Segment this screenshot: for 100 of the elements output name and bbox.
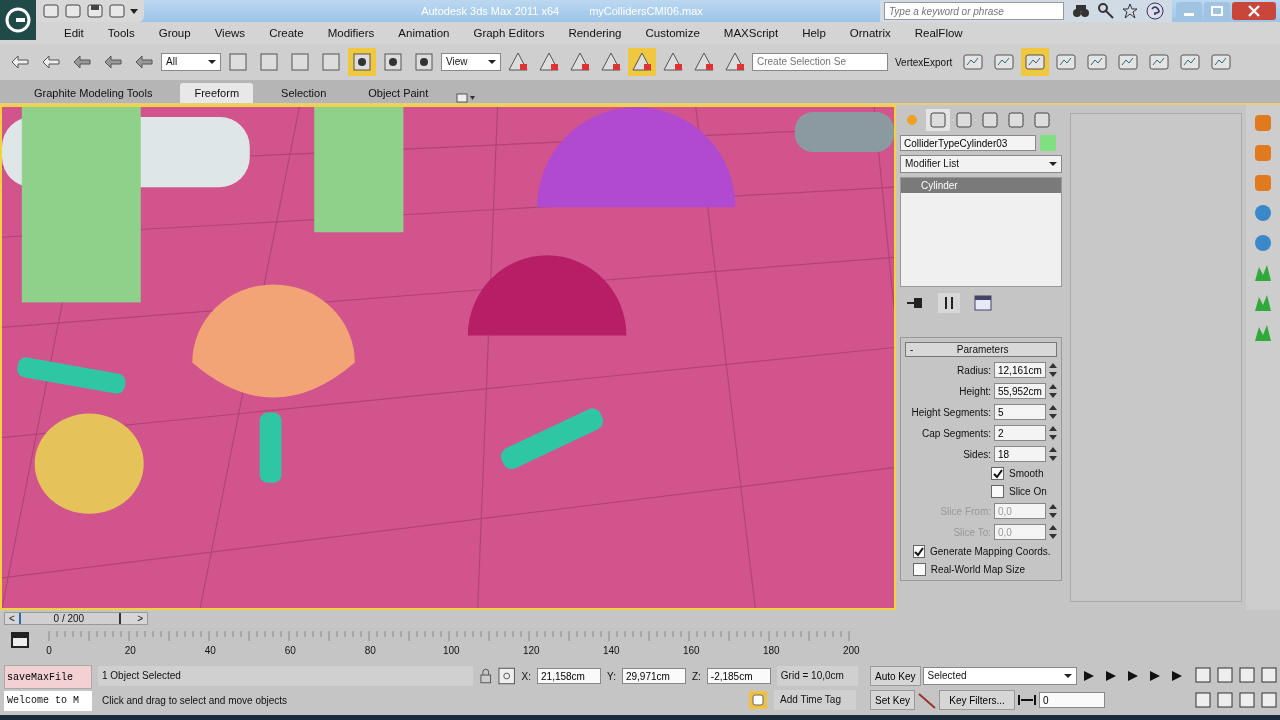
checkbox-label: Slice On (1009, 486, 1047, 497)
checkbox[interactable] (991, 467, 1004, 480)
rollout-header[interactable]: - Parameters (905, 342, 1057, 357)
modifier-list-dropdown[interactable]: Modifier List (900, 155, 1062, 173)
current-frame-field[interactable]: 0 (1039, 692, 1106, 708)
z-coordinate-field[interactable]: -2,185cm (706, 668, 771, 684)
time-slider-thumb[interactable]: 0 / 200 (18, 613, 121, 624)
add-time-tag-button[interactable]: Add Time Tag (774, 690, 856, 710)
coordinate-label: Y: (607, 670, 616, 682)
search-field[interactable]: Type a keyword or phrase (884, 2, 1064, 20)
spinner-arrows-icon[interactable] (1049, 503, 1057, 519)
ribbon-tab[interactable]: Object Paint (354, 83, 443, 103)
menu-item[interactable]: Create (257, 27, 316, 39)
lock-icon[interactable] (478, 668, 493, 684)
spinner-arrows-icon[interactable] (1049, 446, 1057, 462)
next-frame-button[interactable]: > (133, 613, 147, 624)
reference-coordinate-dropdown[interactable]: View (441, 53, 501, 71)
checkbox[interactable] (913, 545, 925, 558)
menu-item[interactable]: Graph Editors (461, 27, 557, 39)
application-button[interactable] (0, 0, 36, 40)
time-slider[interactable]: < 0 / 200 > (4, 612, 148, 625)
parameter-field[interactable]: 55,952cm (994, 383, 1046, 399)
frame-tick-label: 80 (364, 645, 376, 656)
menu-item[interactable]: Ornatrix (837, 27, 903, 39)
auto-key-button[interactable]: Auto Key (870, 666, 921, 686)
parameter-label: Height: (959, 385, 991, 397)
selection-status: 1 Object Selected (98, 666, 473, 686)
maxscript-output: Welcome to M (4, 691, 92, 711)
star-icon[interactable] (1122, 3, 1138, 19)
spinner-arrows-icon[interactable] (1049, 524, 1057, 540)
parameter-label: Height Segments: (911, 406, 991, 418)
menu-item[interactable]: Customize (633, 27, 712, 39)
x-coordinate-field[interactable]: 21,158cm (537, 668, 601, 684)
menu-item[interactable]: Rendering (556, 27, 634, 39)
configure-icon[interactable] (974, 295, 992, 311)
key-filters-button[interactable]: Key Filters... (939, 690, 1016, 710)
checkbox-label: Real-World Map Size (930, 564, 1025, 575)
named-selection-field[interactable]: Create Selection Se (752, 53, 888, 71)
frame-tick-label: 120 (523, 645, 540, 656)
window-title: Autodesk 3ds Max 2011 x64 (421, 5, 560, 17)
parameter-field[interactable]: 2 (994, 425, 1046, 441)
object-name-field[interactable]: ColliderTypeCylinder03 (900, 135, 1036, 151)
save-icon[interactable] (86, 3, 104, 19)
previous-frame-button[interactable]: < (5, 613, 19, 624)
coordinate-label: Z: (691, 670, 701, 682)
parameter-field[interactable]: 5 (994, 404, 1046, 420)
mini-curve-editor-icon[interactable] (10, 631, 30, 649)
spinner-arrows-icon[interactable] (1049, 404, 1057, 420)
set-key-button[interactable]: Set Key (870, 690, 916, 710)
selection-filter-dropdown[interactable]: All (161, 53, 221, 71)
parameter-field[interactable]: 18 (994, 446, 1046, 462)
ribbon-tab[interactable]: Selection (267, 83, 341, 103)
frame-tick-label: 140 (603, 645, 620, 656)
parameter-label: Radius: (957, 364, 991, 376)
menu-item[interactable]: Modifiers (315, 27, 387, 39)
spinner-arrows-icon[interactable] (1049, 425, 1057, 441)
object-color-swatch[interactable] (1040, 135, 1056, 151)
help-icon[interactable] (1146, 2, 1164, 20)
frame-tick-label: 100 (443, 645, 460, 656)
menu-item[interactable]: MAXScript (711, 27, 791, 39)
menu-item[interactable]: Tools (95, 27, 147, 39)
prompt-line: Click and drag to select and move objects (101, 694, 289, 706)
restore-icon[interactable] (1204, 2, 1230, 20)
coordinate-label: X: (521, 670, 531, 682)
ribbon-options-icon[interactable] (456, 93, 477, 103)
time-tag-icon[interactable] (748, 690, 768, 710)
spinner-arrows-icon[interactable] (1049, 362, 1057, 378)
menu-item[interactable]: Animation (386, 27, 462, 39)
rollout-title: Parameters (955, 344, 1010, 355)
close-icon[interactable] (1232, 2, 1276, 20)
plugin-label[interactable]: VertexExport (891, 56, 957, 68)
spinner-arrows-icon[interactable] (1049, 383, 1057, 399)
track-bar[interactable]: 0 20 40 60 80 100 120 140 160 180 200 (48, 631, 878, 659)
minimize-icon[interactable] (1176, 2, 1202, 20)
checkbox[interactable] (913, 563, 926, 576)
menu-item[interactable]: Views (202, 27, 258, 39)
menu-item[interactable]: RealFlow (902, 27, 975, 39)
parameter-field[interactable]: 12,161cm (994, 362, 1046, 378)
parameter-label: Cap Segments: (922, 427, 991, 439)
collapse-toggle[interactable]: - (910, 344, 914, 355)
frame-tick-label: 160 (683, 645, 700, 656)
show-end-result-icon[interactable] (938, 293, 960, 313)
caret-icon[interactable] (130, 7, 138, 15)
ribbon-tab[interactable]: Graphite Modeling Tools (20, 83, 167, 103)
checkbox[interactable] (991, 485, 1004, 498)
menu-item[interactable]: Group (146, 27, 203, 39)
key-mode-dropdown[interactable]: Selected (922, 667, 1077, 685)
ribbon-tab[interactable]: Freeform (180, 83, 254, 103)
frame-tick-label: 40 (204, 645, 216, 656)
y-coordinate-field[interactable]: 29,971cm (621, 668, 686, 684)
pin-icon[interactable] (906, 296, 924, 310)
frame-tick-label: 60 (284, 645, 296, 656)
frame-tick-label: 200 (843, 645, 860, 656)
file-name: myCollidersCMI06.max (589, 5, 703, 17)
checkbox-label: Generate Mapping Coords. (930, 546, 1051, 557)
menu-item[interactable]: Edit (52, 27, 96, 39)
maxscript-field[interactable]: saveMaxFile (4, 665, 92, 689)
stack-item[interactable]: Cylinder (901, 178, 1061, 193)
binoculars-icon[interactable] (1072, 3, 1090, 19)
menu-item[interactable]: Help (790, 27, 838, 39)
